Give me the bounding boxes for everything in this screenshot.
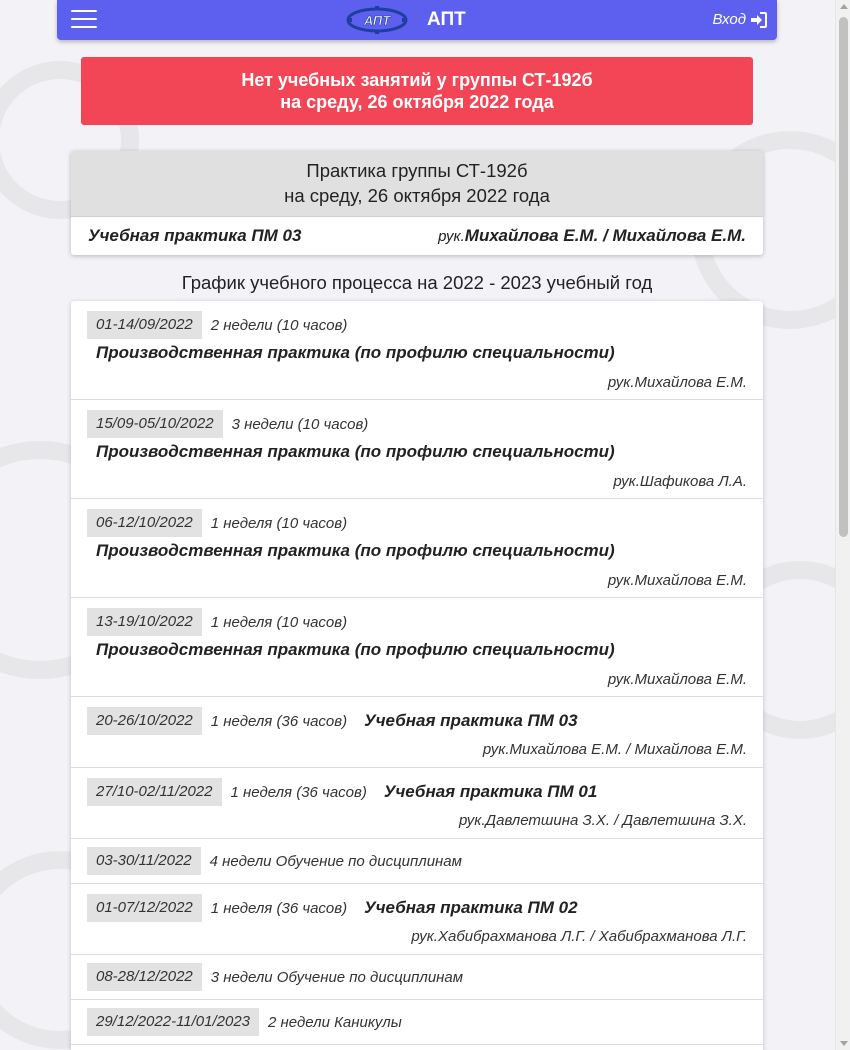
item-teacher: рук.Михайлова Е.М. xyxy=(607,671,747,688)
item-title: Производственная практика (по профилю сп… xyxy=(96,343,615,362)
item-title: Производственная практика (по профилю сп… xyxy=(96,541,615,560)
teacher-prefix: рук. xyxy=(438,228,465,245)
scrollbar-thumb[interactable] xyxy=(839,17,848,537)
item-title: Учебная практика ПМ 02 xyxy=(364,898,578,917)
login-button[interactable]: Вход xyxy=(713,11,767,28)
login-label: Вход xyxy=(712,11,746,28)
duration: 3 недели (10 часов) xyxy=(231,415,369,433)
date-badge: 15/09-05/10/2022 xyxy=(87,410,223,438)
date-badge: 01-14/09/2022 xyxy=(87,311,202,339)
practice-subject: Учебная практика ПМ 03 xyxy=(88,226,302,245)
svg-text:АПТ: АПТ xyxy=(363,13,391,28)
item-teacher: рук.Михайлова Е.М. / Михайлова Е.М. xyxy=(482,741,747,758)
duration: 3 недели Обучение по дисциплинам xyxy=(210,968,464,986)
item-teacher: рук.Шафикова Л.А. xyxy=(613,473,747,490)
practice-title-line-1: Практика группы СТ-192б xyxy=(306,160,528,181)
duration: 1 неделя (10 часов) xyxy=(210,613,348,631)
alert-line-1: Нет учебных занятий у группы СТ-192б xyxy=(241,70,593,90)
practice-row: Учебная практика ПМ 03 рук.Михайлова Е.М… xyxy=(71,217,763,246)
item-title: Производственная практика (по профилю сп… xyxy=(96,640,615,659)
navbar: АПТ АПТ Вход xyxy=(57,0,777,40)
duration: 1 неделя (36 часов) xyxy=(210,712,348,730)
item-teacher: рук.Давлетшина З.Х. / Давлетшина З.Х. xyxy=(458,812,747,829)
practice-card-header: Практика группы СТ-192б на среду, 26 окт… xyxy=(71,151,763,217)
list-item: 08-28/12/2022 3 недели Обучение по дисци… xyxy=(71,955,763,1000)
scroll-down-arrow-icon[interactable] xyxy=(840,1041,848,1046)
date-badge: 20-26/10/2022 xyxy=(87,707,202,735)
item-title: Учебная практика ПМ 03 xyxy=(364,711,578,730)
hamburger-icon xyxy=(71,10,97,12)
duration: 2 недели Каникулы xyxy=(268,1013,402,1031)
item-teacher: рук.Михайлова Е.М. xyxy=(607,374,747,391)
list-item: 01-14/09/2022 2 недели (10 часов) Произв… xyxy=(71,301,763,400)
date-badge: 13-19/10/2022 xyxy=(87,608,202,636)
no-classes-alert: Нет учебных занятий у группы СТ-192б на … xyxy=(81,57,753,125)
menu-toggle-button[interactable] xyxy=(71,10,97,30)
duration: 4 недели Обучение по дисциплинам xyxy=(209,852,462,870)
sign-in-icon xyxy=(751,11,767,28)
date-badge: 06-12/10/2022 xyxy=(87,509,202,537)
item-teacher: рук.Михайлова Е.М. xyxy=(607,572,747,589)
practice-teacher: рук.Михайлова Е.М. / Михайлова Е.М. xyxy=(438,226,746,246)
list-item: 20-26/10/2022 1 неделя (36 часов) Учебна… xyxy=(71,697,763,768)
list-item: 15/09-05/10/2022 3 недели (10 часов) Про… xyxy=(71,400,763,499)
practice-card: Практика группы СТ-192б на среду, 26 окт… xyxy=(71,151,763,255)
date-badge: 01-07/12/2022 xyxy=(87,894,202,922)
date-badge: 08-28/12/2022 xyxy=(87,963,202,991)
list-item: 29/12/2022-11/01/2023 2 недели Каникулы xyxy=(71,1000,763,1045)
schedule-title: График учебного процесса на 2022 - 2023 … xyxy=(181,272,653,293)
list-item: 13-19/10/2022 1 неделя (10 часов) Произв… xyxy=(71,598,763,697)
schedule-list: 01-14/09/2022 2 недели (10 часов) Произв… xyxy=(71,301,763,1050)
duration: 2 недели (10 часов) xyxy=(210,316,348,334)
list-item: 06-12/10/2022 1 неделя (10 часов) Произв… xyxy=(71,499,763,598)
logo-icon[interactable]: АПТ xyxy=(346,6,408,34)
scroll-up-arrow-icon[interactable] xyxy=(840,4,848,9)
duration: 1 неделя (36 часов) xyxy=(230,783,367,801)
item-title: Учебная практика ПМ 01 xyxy=(383,782,598,801)
alert-line-2: на среду, 26 октября 2022 года xyxy=(280,92,554,112)
duration: 1 неделя (36 часов) xyxy=(210,899,348,917)
item-title: Производственная практика (по профилю сп… xyxy=(96,442,615,461)
date-badge: 27/10-02/11/2022 xyxy=(87,778,222,806)
date-badge: 29/12/2022-11/01/2023 xyxy=(87,1008,260,1036)
page-scrollbar[interactable] xyxy=(835,0,850,1050)
teacher-names: Михайлова Е.М. / Михайлова Е.М. xyxy=(464,226,746,245)
brand-title[interactable]: АПТ xyxy=(427,9,466,31)
date-badge: 03-30/11/2022 xyxy=(87,847,201,875)
list-item: 01-07/12/2022 1 неделя (36 часов) Учебна… xyxy=(71,884,763,955)
duration: 1 неделя (10 часов) xyxy=(210,514,348,532)
list-item: 27/10-02/11/2022 1 неделя (36 часов) Уче… xyxy=(71,768,763,839)
practice-title-line-2: на среду, 26 октября 2022 года xyxy=(284,185,550,206)
item-teacher: рук.Хабибрахманова Л.Г. / Хабибрахманова… xyxy=(411,928,747,945)
list-item: 03-30/11/2022 4 недели Обучение по дисци… xyxy=(71,839,763,884)
